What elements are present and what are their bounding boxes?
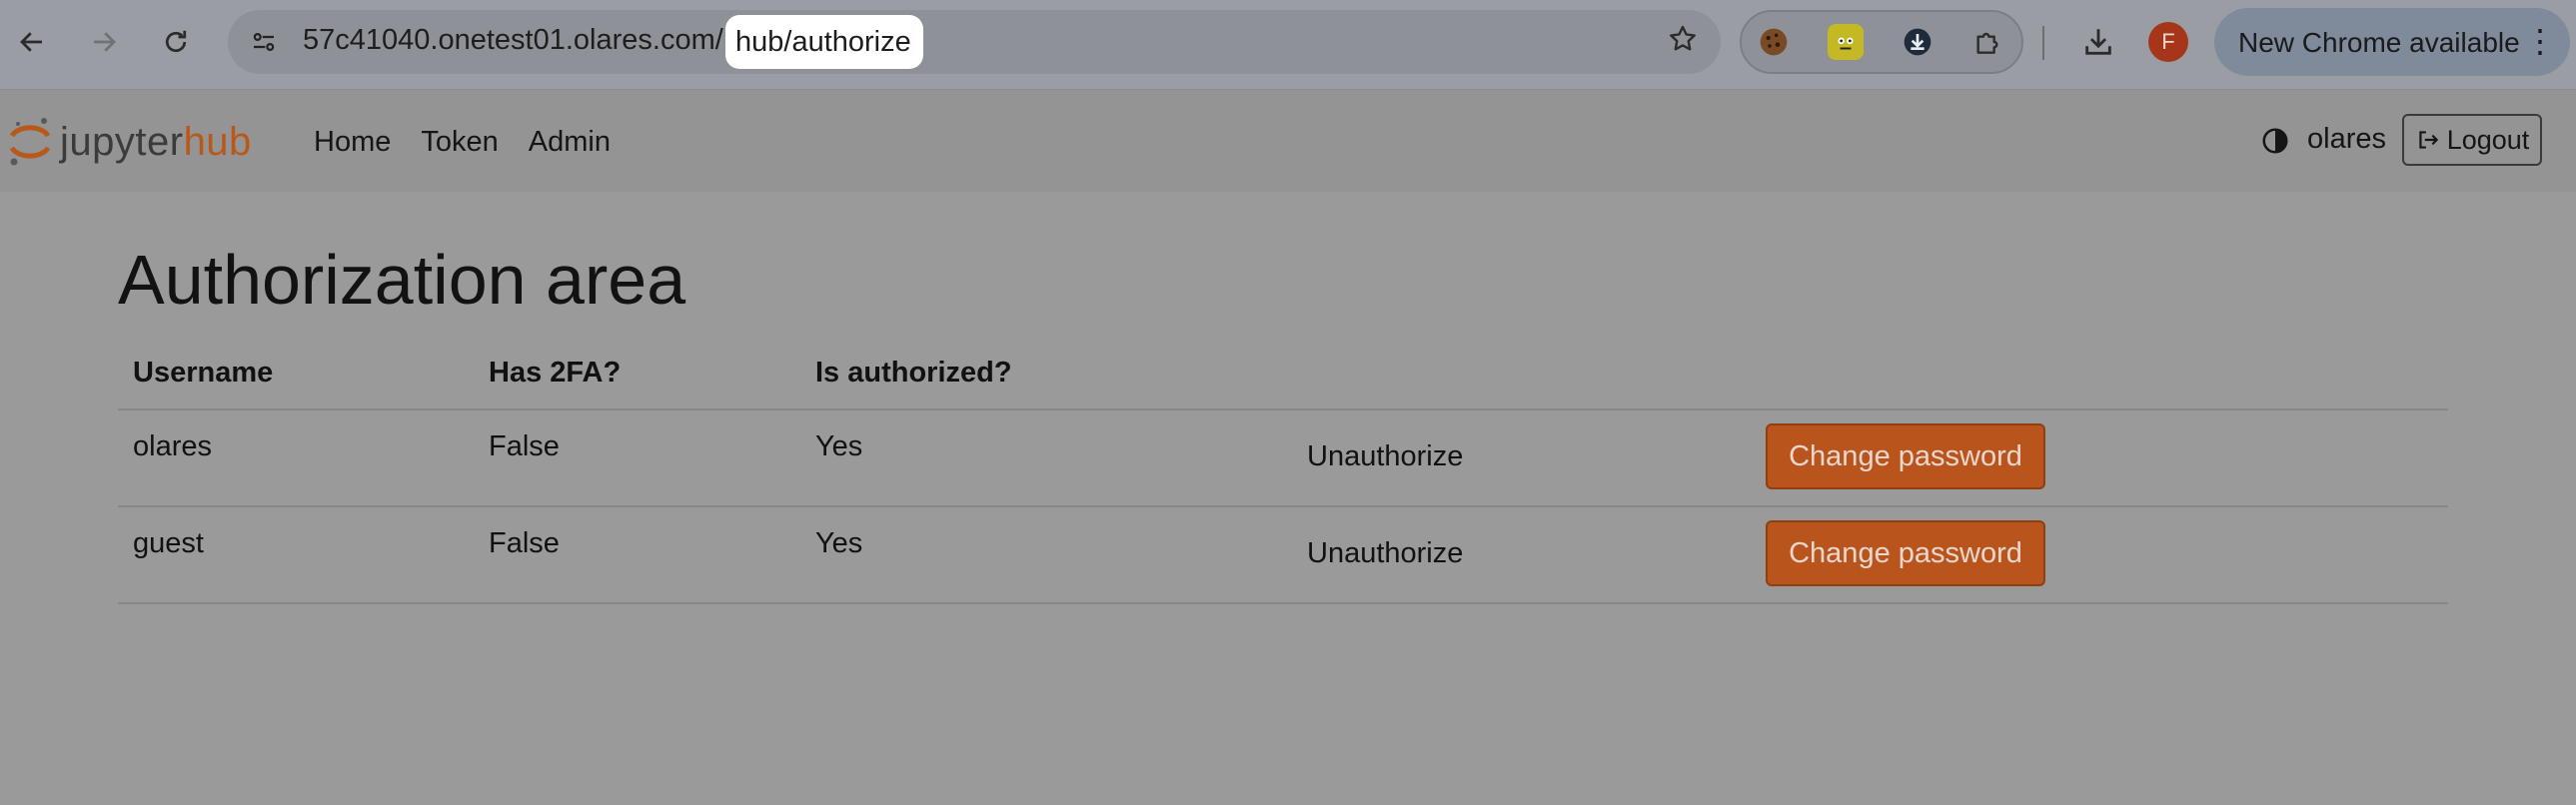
header-is-authorized: Is authorized? <box>815 357 1012 389</box>
url-path: hub/authorize <box>735 25 911 58</box>
logo-wordmark: jupyterhub <box>60 120 252 165</box>
page-title: Authorization area <box>118 241 686 319</box>
logo-text-hub: hub <box>183 119 252 164</box>
authorization-table: Username Has 2FA? Is authorized? olares … <box>118 347 2448 604</box>
cell-username: olares <box>133 430 212 462</box>
site-settings-icon[interactable] <box>246 24 282 60</box>
logout-label: Logout <box>2446 124 2530 155</box>
hub-nav-links: Home Token Admin <box>314 126 611 159</box>
tampermonkey-extension-icon[interactable] <box>1828 24 1864 60</box>
jupyterhub-logo[interactable]: jupyterhub <box>8 114 252 170</box>
unauthorize-link[interactable]: Unauthorize <box>1307 537 1463 570</box>
cell-has-2fa: False <box>489 430 560 462</box>
logout-icon <box>2419 131 2438 149</box>
header-has-2fa: Has 2FA? <box>489 357 622 389</box>
more-menu-icon[interactable]: ⋮ <box>2524 22 2556 60</box>
downloads-icon[interactable] <box>2076 20 2120 64</box>
cell-has-2fa: False <box>489 527 560 559</box>
current-username: olares <box>2307 123 2386 155</box>
cell-is-authorized: Yes <box>815 430 863 462</box>
logo-text-jupyter: jupyter <box>60 119 184 164</box>
table-row: olares False Yes Unauthorize Change pass… <box>118 410 2448 507</box>
extensions-puzzle-icon[interactable] <box>1969 24 2005 60</box>
table-row: guest False Yes Unauthorize Change passw… <box>118 507 2448 604</box>
bookmark-star-icon[interactable] <box>1667 22 1699 64</box>
table-header-row: Username Has 2FA? Is authorized? <box>118 347 2448 410</box>
jupyter-logo-icon <box>8 114 52 170</box>
forward-icon[interactable] <box>80 18 128 66</box>
cell-username: guest <box>133 527 204 559</box>
url-path-highlight: hub/authorize <box>725 15 923 69</box>
change-password-button[interactable]: Change password <box>1766 520 2045 586</box>
header-username: Username <box>133 357 274 389</box>
nav-link-home[interactable]: Home <box>314 126 391 159</box>
toolbar-separator <box>2042 26 2044 60</box>
url-host: 57c41040.onetest01.olares.com/ <box>303 24 723 56</box>
profile-avatar[interactable]: F <box>2148 22 2188 62</box>
nav-link-token[interactable]: Token <box>421 126 498 159</box>
download-manager-extension-icon[interactable] <box>1900 24 1935 60</box>
extensions-group <box>1740 10 2023 74</box>
logout-button[interactable]: Logout <box>2402 114 2542 166</box>
browser-toolbar: 57c41040.onetest01.olares.com/ hub/autho… <box>0 0 2576 90</box>
unauthorize-link[interactable]: Unauthorize <box>1307 440 1463 473</box>
nav-link-admin[interactable]: Admin <box>529 126 611 159</box>
update-label: New Chrome available <box>2238 27 2520 58</box>
cell-is-authorized: Yes <box>815 527 863 559</box>
hub-navbar: jupyterhub Home Token Admin olares Logou… <box>0 90 2576 192</box>
address-bar[interactable]: 57c41040.onetest01.olares.com/ hub/autho… <box>228 10 1721 74</box>
theme-toggle-icon[interactable] <box>2260 126 2290 156</box>
change-password-button[interactable]: Change password <box>1766 423 2045 489</box>
chrome-update-button[interactable]: New Chrome available ⋮ <box>2214 8 2570 76</box>
back-icon[interactable] <box>8 18 56 66</box>
reload-icon[interactable] <box>152 18 200 66</box>
cookie-extension-icon[interactable] <box>1756 24 1792 60</box>
